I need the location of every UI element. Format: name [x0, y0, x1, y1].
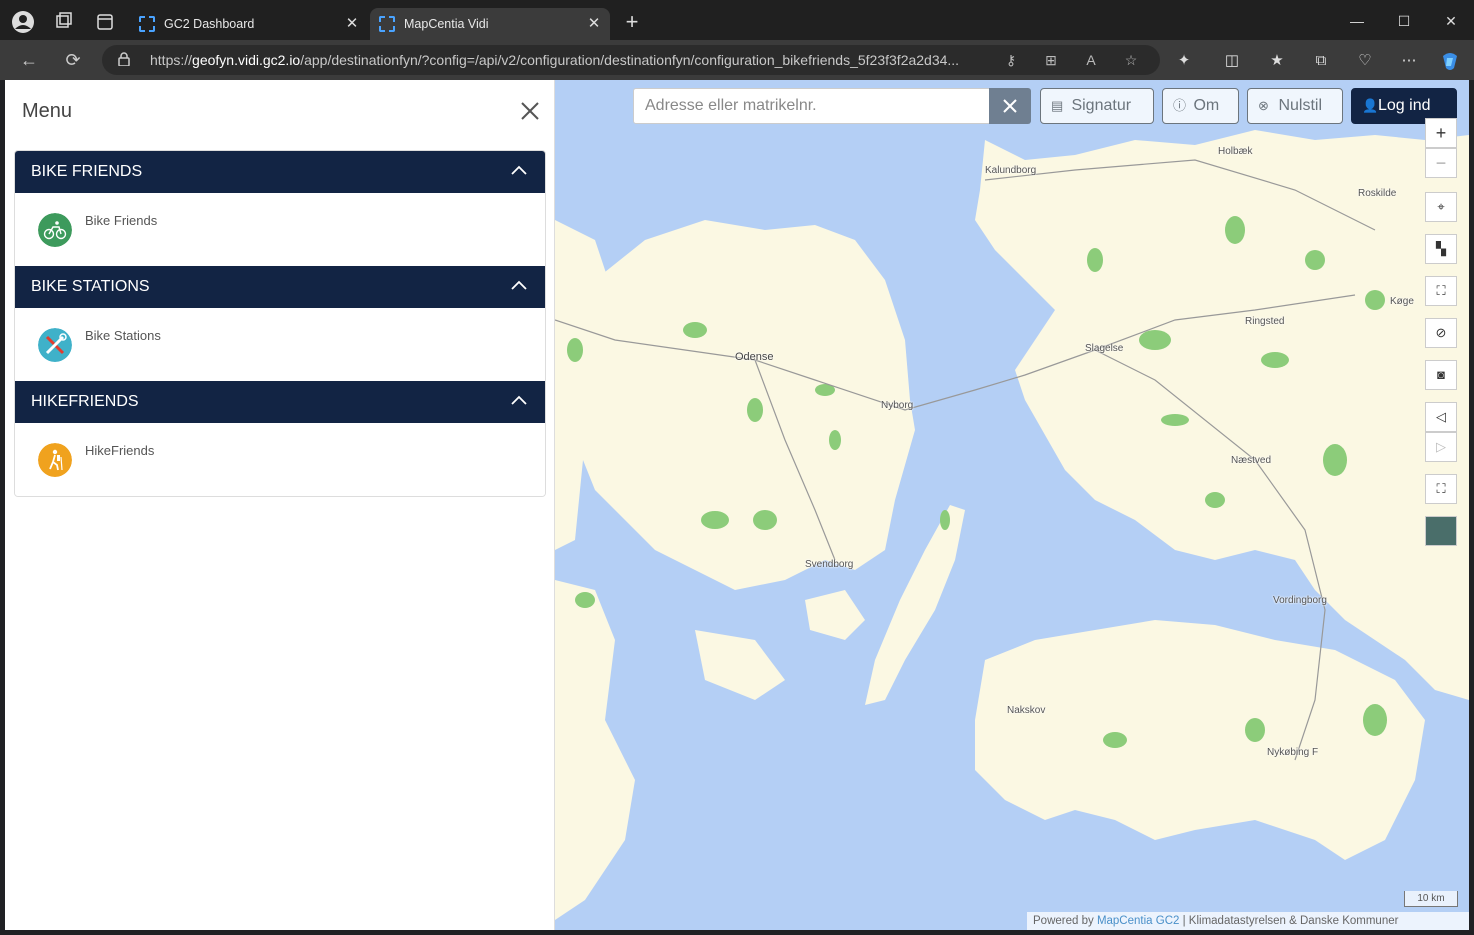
place-label: Ringsted — [1245, 316, 1285, 327]
map-attribution: Powered by MapCentia GC2 | Klimadatastyr… — [1027, 912, 1469, 930]
info-icon: ⓘ — [1173, 98, 1187, 113]
location-pin-icon[interactable]: ⌖ — [1425, 192, 1457, 222]
legend-icon: ▤ — [1051, 98, 1064, 113]
group-body-bike-stations: Bike Stations — [15, 308, 545, 381]
back-icon[interactable]: ← — [17, 48, 41, 72]
favorite-star-icon[interactable]: ☆ — [1122, 51, 1140, 69]
vidi-favicon-icon — [379, 16, 395, 32]
wrench-screwdriver-icon — [38, 328, 72, 362]
group-title: BIKE FRIENDS — [31, 163, 143, 180]
workspaces-icon[interactable] — [51, 10, 75, 34]
new-tab-icon[interactable]: + — [620, 10, 644, 34]
maximize-icon[interactable]: ☐ — [1389, 10, 1419, 32]
zoom-out-button[interactable]: − — [1425, 148, 1457, 178]
tab-actions-icon[interactable] — [93, 10, 117, 34]
group-header-bike-stations[interactable]: BIKE STATIONS — [15, 266, 545, 308]
place-label: Holbæk — [1218, 146, 1253, 157]
map-basemap — [555, 80, 1469, 930]
close-icon — [1003, 99, 1017, 113]
refresh-icon[interactable]: ⟳ — [61, 48, 85, 72]
mapcentia-link[interactable]: MapCentia GC2 — [1097, 915, 1179, 927]
browser-toolbar: ← ⟳ https://geofyn.vidi.gc2.io/app/desti… — [0, 40, 1474, 80]
window-close-icon[interactable]: ✕ — [1436, 10, 1466, 32]
address-bar[interactable]: https://geofyn.vidi.gc2.io/app/destinati… — [102, 45, 1160, 75]
browser-titlebar: GC2 Dashboard ✕ MapCentia Vidi ✕ + — ☐ ✕ — [0, 0, 1474, 44]
fullscreen-icon[interactable]: ⛶ — [1425, 276, 1457, 306]
place-label: Svendborg — [805, 559, 854, 570]
chevron-up-icon — [511, 165, 527, 175]
menu-title: Menu — [22, 100, 73, 122]
group-header-hikefriends[interactable]: HIKEFRIENDS — [15, 381, 545, 423]
close-tab-icon[interactable]: ✕ — [344, 8, 360, 40]
group-header-bike-friends[interactable]: BIKE FRIENDS — [15, 151, 545, 193]
user-icon: 👤 — [1362, 98, 1379, 113]
browser-essentials-icon[interactable]: ♡ — [1354, 50, 1376, 72]
place-label: Kalundborg — [985, 165, 1037, 176]
tab-title: GC2 Dashboard — [164, 17, 255, 31]
reset-icon: ⊗ — [1258, 98, 1269, 113]
place-label: Køge — [1390, 296, 1414, 307]
nulstil-button[interactable]: ⊗ Nulstil — [1247, 88, 1343, 124]
hiker-icon — [38, 443, 72, 477]
group-title: HIKEFRIENDS — [31, 393, 139, 410]
place-label: Nyborg — [881, 400, 914, 411]
place-label: Nakskov — [1007, 705, 1046, 716]
key-icon[interactable]: ⚷ — [1002, 51, 1020, 69]
search-clear-button[interactable] — [989, 88, 1031, 124]
signatur-button[interactable]: ▤ Signatur — [1040, 88, 1154, 124]
more-options-icon[interactable]: ⋯ — [1398, 50, 1420, 72]
copilot-icon[interactable] — [1439, 50, 1461, 72]
camera-icon[interactable]: ◙ — [1425, 360, 1457, 390]
map-view[interactable]: Kalundborg Holbæk Roskilde Odense Nyborg… — [555, 80, 1469, 930]
group-body-bike-friends: Bike Friends — [15, 193, 545, 266]
extensions-icon[interactable]: ✦ — [1173, 50, 1195, 72]
layer-item-bike-friends[interactable]: Bike Friends — [85, 213, 157, 228]
profile-icon[interactable] — [11, 10, 35, 34]
split-screen-icon[interactable]: ◫ — [1221, 50, 1243, 72]
gc2-favicon-icon — [139, 16, 155, 32]
om-button[interactable]: ⓘ Om — [1162, 88, 1239, 124]
close-icon[interactable] — [517, 98, 543, 124]
url-text: https://geofyn.vidi.gc2.io/app/destinati… — [150, 52, 960, 68]
tab-gc2-dashboard[interactable]: GC2 Dashboard ✕ — [130, 8, 368, 40]
scale-bar: 10 km — [1404, 891, 1458, 907]
page-content: Menu BIKE FRIENDS Bike Friends BIKE STAT… — [5, 80, 1469, 930]
address-search-input[interactable]: Adresse eller matrikelnr. — [633, 88, 991, 124]
menu-panel: Menu BIKE FRIENDS Bike Friends BIKE STAT… — [5, 80, 555, 930]
minimize-icon[interactable]: — — [1342, 10, 1372, 32]
compass-icon[interactable]: ⊘ — [1425, 318, 1457, 348]
place-label: Vordingborg — [1273, 595, 1327, 606]
chevron-up-icon — [511, 280, 527, 290]
place-label: Slagelse — [1085, 343, 1124, 354]
extent-icon[interactable]: ⛶ — [1425, 474, 1457, 504]
favorites-icon[interactable]: ★ — [1266, 50, 1288, 72]
close-tab-icon[interactable]: ✕ — [586, 8, 602, 40]
chevron-up-icon — [511, 395, 527, 405]
read-aloud-icon[interactable]: A — [1082, 51, 1100, 69]
lock-icon — [118, 52, 130, 66]
place-label: Nykøbing F — [1267, 747, 1319, 758]
apps-icon[interactable]: ⊞ — [1042, 51, 1060, 69]
tab-title: MapCentia Vidi — [404, 17, 489, 31]
bicycle-icon — [38, 213, 72, 247]
satellite-baselayer-icon[interactable] — [1425, 516, 1457, 546]
layer-accordion: BIKE FRIENDS Bike Friends BIKE STATIONS … — [14, 150, 546, 497]
layer-item-bike-stations[interactable]: Bike Stations — [85, 328, 161, 343]
measure-icon[interactable]: ▚ — [1425, 234, 1457, 264]
place-label: Næstved — [1231, 455, 1272, 466]
place-label: Odense — [735, 351, 774, 363]
group-title: BIKE STATIONS — [31, 278, 150, 295]
tab-mapcentia-vidi[interactable]: MapCentia Vidi ✕ — [370, 8, 610, 40]
place-label: Roskilde — [1358, 188, 1397, 199]
zoom-in-button[interactable]: + — [1425, 118, 1457, 148]
history-forward-icon[interactable]: ▷ — [1425, 432, 1457, 462]
history-back-icon[interactable]: ◁ — [1425, 402, 1457, 432]
layer-item-hikefriends[interactable]: HikeFriends — [85, 443, 154, 458]
group-body-hikefriends: HikeFriends — [15, 423, 545, 496]
collections-icon[interactable]: ⧉ — [1310, 50, 1332, 72]
